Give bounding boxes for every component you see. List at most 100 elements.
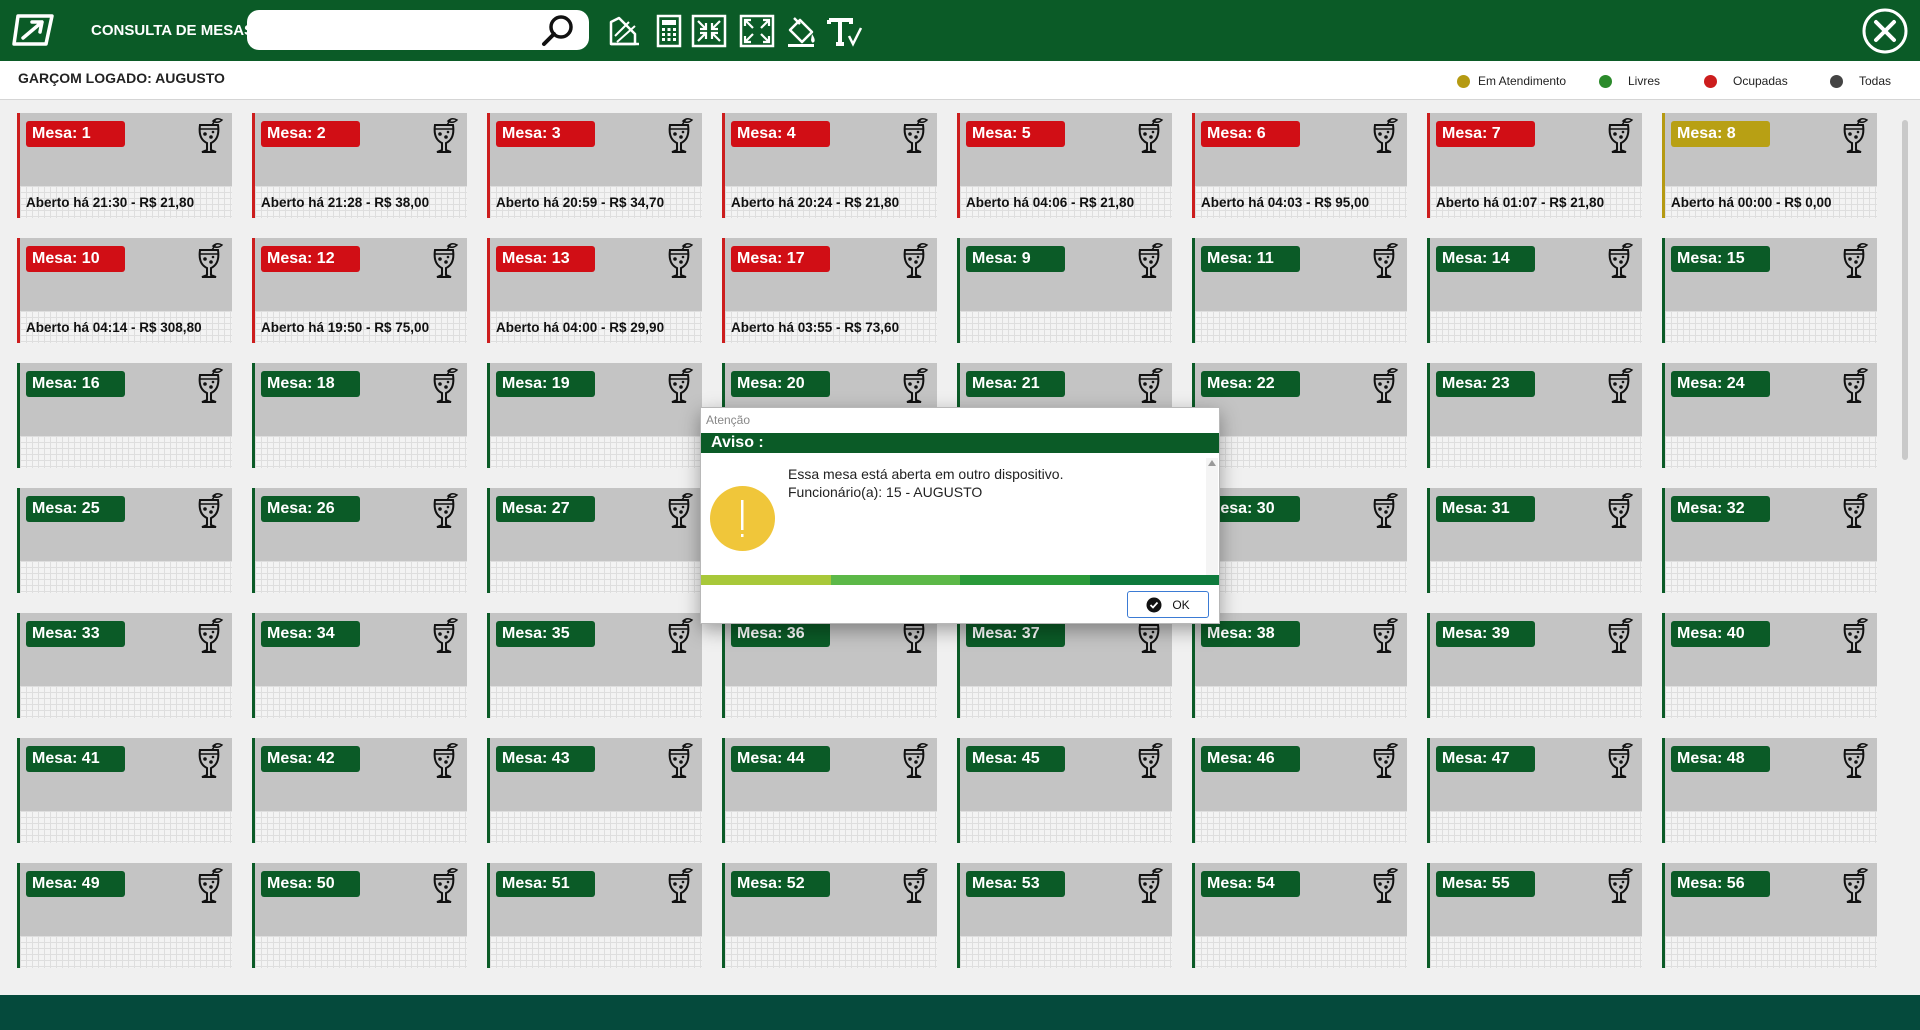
legend-ocupadas[interactable]: Ocupadas bbox=[1704, 74, 1788, 88]
table-card[interactable]: Mesa: 7 Aberto há 01:07 - R$ 21,80 bbox=[1427, 113, 1642, 218]
table-card[interactable]: Mesa: 6 Aberto há 04:03 - R$ 95,00 bbox=[1192, 113, 1407, 218]
table-card[interactable]: Mesa: 27 bbox=[487, 488, 702, 593]
progress-segment bbox=[830, 575, 960, 585]
table-glass-icon bbox=[1604, 617, 1634, 655]
table-card[interactable]: Mesa: 19 bbox=[487, 363, 702, 468]
app-logo-icon[interactable] bbox=[12, 10, 58, 50]
table-card[interactable]: Mesa: 37 bbox=[957, 613, 1172, 718]
dialog-header: Aviso : bbox=[701, 433, 1219, 453]
expand-icon[interactable] bbox=[737, 12, 777, 50]
table-card-footer bbox=[960, 936, 1172, 968]
table-glass-icon bbox=[1604, 742, 1634, 780]
table-card[interactable]: Mesa: 34 bbox=[252, 613, 467, 718]
table-glass-icon bbox=[429, 492, 459, 530]
table-label: Mesa: 36 bbox=[731, 621, 830, 647]
table-card[interactable]: Mesa: 36 bbox=[722, 613, 937, 718]
table-label: Mesa: 24 bbox=[1671, 371, 1770, 397]
table-card[interactable]: Mesa: 44 bbox=[722, 738, 937, 843]
table-card[interactable]: Mesa: 5 Aberto há 04:06 - R$ 21,80 bbox=[957, 113, 1172, 218]
paint-bucket-icon[interactable] bbox=[782, 12, 822, 50]
table-card[interactable]: Mesa: 42 bbox=[252, 738, 467, 843]
table-card[interactable]: Mesa: 30 bbox=[1192, 488, 1407, 593]
legend-livres[interactable]: Livres bbox=[1599, 74, 1660, 88]
table-glass-icon bbox=[194, 492, 224, 530]
shrink-icon[interactable] bbox=[689, 12, 729, 50]
table-label: Mesa: 11 bbox=[1201, 246, 1300, 272]
table-label: Mesa: 39 bbox=[1436, 621, 1535, 647]
table-card-footer bbox=[490, 561, 702, 593]
scroll-up-icon[interactable] bbox=[1208, 460, 1216, 466]
table-card[interactable]: Mesa: 1 Aberto há 21:30 - R$ 21,80 bbox=[17, 113, 232, 218]
search-icon[interactable] bbox=[539, 13, 577, 47]
table-card[interactable]: Mesa: 56 bbox=[1662, 863, 1877, 968]
table-open-info: Aberto há 20:59 - R$ 34,70 bbox=[496, 195, 665, 210]
table-card[interactable]: Mesa: 48 bbox=[1662, 738, 1877, 843]
table-card[interactable]: Mesa: 53 bbox=[957, 863, 1172, 968]
table-label: Mesa: 9 bbox=[966, 246, 1065, 272]
table-card[interactable]: Mesa: 33 bbox=[17, 613, 232, 718]
table-card[interactable]: Mesa: 3 Aberto há 20:59 - R$ 34,70 bbox=[487, 113, 702, 218]
table-label: Mesa: 43 bbox=[496, 746, 595, 772]
table-card[interactable]: Mesa: 17 Aberto há 03:55 - R$ 73,60 bbox=[722, 238, 937, 343]
table-card[interactable]: Mesa: 16 bbox=[17, 363, 232, 468]
table-glass-icon bbox=[429, 617, 459, 655]
table-card[interactable]: Mesa: 47 bbox=[1427, 738, 1642, 843]
text-size-icon[interactable] bbox=[825, 12, 865, 50]
table-card[interactable]: Mesa: 51 bbox=[487, 863, 702, 968]
table-card[interactable]: Mesa: 50 bbox=[252, 863, 467, 968]
table-card-footer bbox=[725, 936, 937, 968]
table-card[interactable]: Mesa: 41 bbox=[17, 738, 232, 843]
layout-icon[interactable] bbox=[605, 12, 645, 50]
table-label: Mesa: 34 bbox=[261, 621, 360, 647]
table-card[interactable]: Mesa: 2 Aberto há 21:28 - R$ 38,00 bbox=[252, 113, 467, 218]
close-icon[interactable] bbox=[1857, 7, 1913, 55]
table-glass-icon bbox=[1134, 867, 1164, 905]
table-card[interactable]: Mesa: 15 bbox=[1662, 238, 1877, 343]
table-card[interactable]: Mesa: 55 bbox=[1427, 863, 1642, 968]
table-card[interactable]: Mesa: 13 Aberto há 04:00 - R$ 29,90 bbox=[487, 238, 702, 343]
table-card[interactable]: Mesa: 32 bbox=[1662, 488, 1877, 593]
table-card[interactable]: Mesa: 9 bbox=[957, 238, 1172, 343]
table-open-info: Aberto há 21:30 - R$ 21,80 bbox=[26, 195, 195, 210]
table-card[interactable]: Mesa: 43 bbox=[487, 738, 702, 843]
table-card[interactable]: Mesa: 12 Aberto há 19:50 - R$ 75,00 bbox=[252, 238, 467, 343]
table-card[interactable]: Mesa: 14 bbox=[1427, 238, 1642, 343]
legend-todas[interactable]: Todas bbox=[1830, 74, 1891, 88]
table-card[interactable]: Mesa: 46 bbox=[1192, 738, 1407, 843]
ok-button[interactable]: OK bbox=[1127, 591, 1209, 618]
table-card[interactable]: Mesa: 8 Aberto há 00:00 - R$ 0,00 bbox=[1662, 113, 1877, 218]
table-card[interactable]: Mesa: 11 bbox=[1192, 238, 1407, 343]
table-card[interactable]: Mesa: 24 bbox=[1662, 363, 1877, 468]
table-card[interactable]: Mesa: 35 bbox=[487, 613, 702, 718]
table-card-footer bbox=[20, 936, 232, 968]
table-glass-icon bbox=[1839, 242, 1869, 280]
table-glass-icon bbox=[1604, 867, 1634, 905]
table-card[interactable]: Mesa: 18 bbox=[252, 363, 467, 468]
table-card[interactable]: Mesa: 45 bbox=[957, 738, 1172, 843]
scrollbar[interactable] bbox=[1902, 120, 1908, 460]
table-card-footer bbox=[20, 436, 232, 468]
legend-em-atendimento[interactable]: Em Atendimento bbox=[1457, 74, 1566, 88]
table-card[interactable]: Mesa: 23 bbox=[1427, 363, 1642, 468]
table-label: Mesa: 35 bbox=[496, 621, 595, 647]
table-card[interactable]: Mesa: 52 bbox=[722, 863, 937, 968]
table-card[interactable]: Mesa: 25 bbox=[17, 488, 232, 593]
table-label: Mesa: 47 bbox=[1436, 746, 1535, 772]
table-label: Mesa: 16 bbox=[26, 371, 125, 397]
table-card[interactable]: Mesa: 22 bbox=[1192, 363, 1407, 468]
table-card[interactable]: Mesa: 4 Aberto há 20:24 - R$ 21,80 bbox=[722, 113, 937, 218]
table-card[interactable]: Mesa: 26 bbox=[252, 488, 467, 593]
search-input[interactable] bbox=[261, 16, 521, 44]
table-card[interactable]: Mesa: 54 bbox=[1192, 863, 1407, 968]
dialog-scrollbar[interactable] bbox=[1206, 458, 1218, 578]
table-label: Mesa: 26 bbox=[261, 496, 360, 522]
table-card[interactable]: Mesa: 31 bbox=[1427, 488, 1642, 593]
calculator-icon[interactable] bbox=[649, 12, 689, 50]
table-card[interactable]: Mesa: 39 bbox=[1427, 613, 1642, 718]
table-card[interactable]: Mesa: 40 bbox=[1662, 613, 1877, 718]
table-card-footer bbox=[20, 561, 232, 593]
table-card[interactable]: Mesa: 49 bbox=[17, 863, 232, 968]
table-card[interactable]: Mesa: 38 bbox=[1192, 613, 1407, 718]
table-card[interactable]: Mesa: 10 Aberto há 04:14 - R$ 308,80 bbox=[17, 238, 232, 343]
table-glass-icon bbox=[1604, 492, 1634, 530]
